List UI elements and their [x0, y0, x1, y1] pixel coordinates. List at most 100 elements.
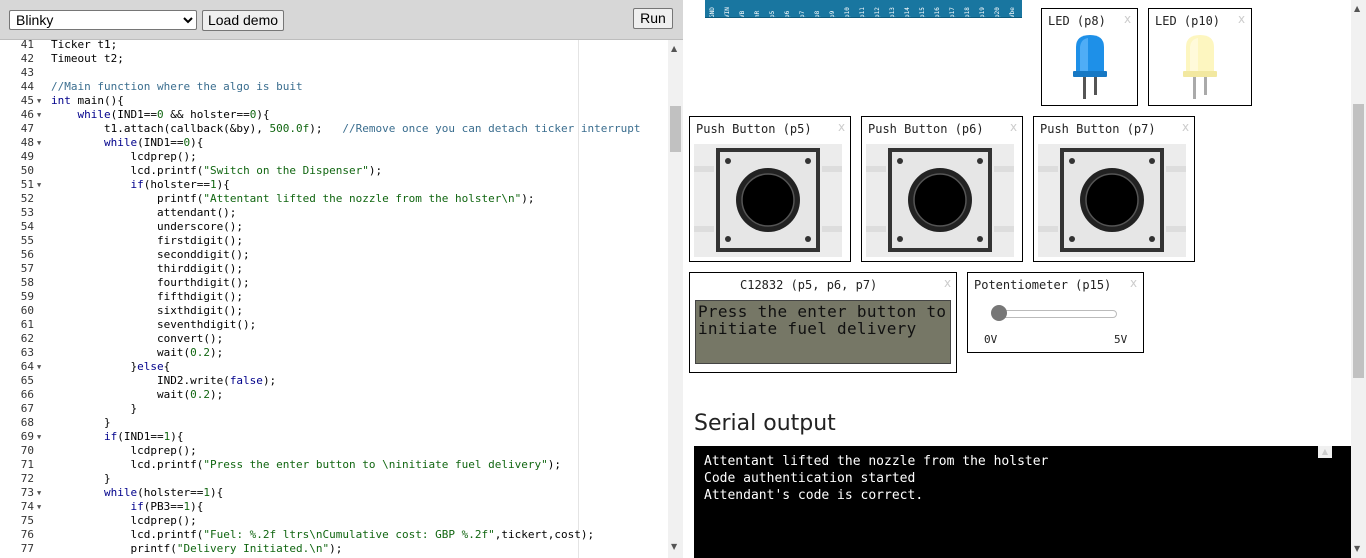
code-line[interactable]: 62 convert(); — [0, 332, 668, 346]
code-text: while(IND1==0){ — [103, 136, 204, 149]
code-text: while(holster==1){ — [103, 486, 224, 499]
close-icon[interactable]: x — [1130, 276, 1137, 290]
code-text: seconddigit(); — [51, 248, 250, 261]
code-line[interactable]: 50 lcd.printf("Switch on the Dispenser")… — [0, 164, 668, 178]
potentiometer-slider-knob[interactable] — [991, 305, 1007, 321]
code-line[interactable]: 63 wait(0.2); — [0, 346, 668, 360]
code-line[interactable]: 77 printf("Delivery Initiated.\n"); — [0, 542, 668, 556]
scroll-down-arrow-icon[interactable]: ▼ — [1354, 544, 1360, 553]
code-line[interactable]: 59 fifthdigit(); — [0, 290, 668, 304]
push-button-p7-component[interactable]: Push Button (p7) x — [1033, 116, 1195, 262]
line-number: 43 — [20, 66, 34, 79]
code-line[interactable]: 48 ▼ while(IND1==0){ — [0, 136, 668, 150]
led-p10-component[interactable]: LED (p10) x — [1148, 8, 1252, 106]
code-line[interactable]: 58 fourthdigit(); — [0, 276, 668, 290]
code-text: thirddigit(); — [51, 262, 244, 275]
code-line[interactable]: 64 ▼ }else{ — [0, 360, 668, 374]
simulator-scroll-thumb[interactable] — [1353, 104, 1364, 378]
line-number: 52 — [20, 192, 34, 205]
code-line[interactable]: 67 } — [0, 402, 668, 416]
code-line[interactable]: 44 //Main function where the algo is buit — [0, 80, 668, 94]
close-icon[interactable]: x — [1124, 12, 1131, 26]
lcd-c12832-component[interactable]: C12832 (p5, p6, p7) x Press the enter bu… — [689, 272, 957, 373]
simulator-scrollbar[interactable]: ▲ ▼ — [1351, 0, 1366, 558]
close-icon[interactable]: x — [838, 120, 845, 134]
potentiometer-p15-component[interactable]: Potentiometer (p15) x 0V 5V — [967, 272, 1144, 353]
fold-toggle-icon[interactable]: ▼ — [37, 108, 41, 122]
demo-select[interactable]: Blinky — [9, 10, 197, 30]
code-line[interactable]: 47 t1.attach(callback(&by), 500.0f); //R… — [0, 122, 668, 136]
code-line[interactable]: 45 ▼ int main(){ — [0, 94, 668, 108]
code-line[interactable]: 65 IND2.write(false); — [0, 374, 668, 388]
code-text: firstdigit(); — [51, 234, 244, 247]
line-number: 72 — [20, 472, 34, 485]
code-line[interactable]: 76 lcd.printf("Fuel: %.2f ltrs\nCumulati… — [0, 528, 668, 542]
code-line[interactable]: 41 Ticker t1; — [0, 40, 668, 52]
fold-toggle-icon[interactable]: ▼ — [37, 178, 41, 192]
code-line[interactable]: 66 wait(0.2); — [0, 388, 668, 402]
code-line[interactable]: 56 seconddigit(); — [0, 248, 668, 262]
push-button-icon[interactable] — [866, 144, 1014, 257]
code-line[interactable]: 73 ▼ while(holster==1){ — [0, 486, 668, 500]
code-line[interactable]: 72 } — [0, 472, 668, 486]
scroll-up-arrow-icon[interactable]: ▲ — [1354, 4, 1360, 13]
close-icon[interactable]: x — [944, 276, 951, 290]
code-line[interactable]: 49 lcdprep(); — [0, 150, 668, 164]
code-text: int main(){ — [51, 94, 124, 107]
line-number: 76 — [20, 528, 34, 541]
potentiometer-min-label: 0V — [984, 333, 998, 346]
editor-scroll-thumb[interactable] — [670, 106, 681, 152]
line-number: 54 — [20, 220, 34, 233]
led-p8-component[interactable]: LED (p8) x — [1041, 8, 1138, 106]
board-pin-label: p20 — [994, 7, 1001, 18]
code-line[interactable]: 52 printf("Attentant lifted the nozzle f… — [0, 192, 668, 206]
code-line[interactable]: 71 lcd.printf("Press the enter button to… — [0, 458, 668, 472]
potentiometer-slider-track[interactable] — [999, 310, 1117, 318]
fold-toggle-icon[interactable]: ▼ — [37, 360, 41, 374]
serial-scroll-up-icon[interactable]: ▲ — [1318, 446, 1332, 458]
serial-output-console[interactable]: Attentant lifted the nozzle from the hol… — [694, 446, 1352, 558]
fold-toggle-icon[interactable]: ▼ — [37, 486, 41, 500]
code-line[interactable]: 68 } — [0, 416, 668, 430]
code-line[interactable]: 42 Timeout t2; — [0, 52, 668, 66]
code-area[interactable]: 41 Ticker t1; 42 Timeout t2; 43 44 //Main func… — [0, 40, 668, 558]
code-line[interactable]: 55 firstdigit(); — [0, 234, 668, 248]
code-line[interactable]: 69 ▼ if(IND1==1){ — [0, 430, 668, 444]
close-icon[interactable]: x — [1238, 12, 1245, 26]
code-line[interactable]: 74 ▼ if(PB3==1){ — [0, 500, 668, 514]
code-line[interactable]: 54 underscore(); — [0, 220, 668, 234]
close-icon[interactable]: x — [1182, 120, 1189, 134]
push-button-icon[interactable] — [1038, 144, 1186, 257]
close-icon[interactable]: x — [1010, 120, 1017, 134]
code-line[interactable]: 46 ▼ while(IND1==0 && holster==0){ — [0, 108, 668, 122]
code-text: printf("Attentant lifted the nozzle from… — [51, 192, 535, 205]
run-button[interactable]: Run — [633, 8, 673, 29]
fold-toggle-icon[interactable]: ▼ — [37, 500, 41, 514]
code-line[interactable]: 75 lcdprep(); — [0, 514, 668, 528]
editor-scrollbar[interactable]: ▲ ▼ — [668, 40, 683, 558]
code-line[interactable]: 53 attendant(); — [0, 206, 668, 220]
board-pin-label: Vbe — [1009, 7, 1016, 18]
load-demo-button[interactable]: Load demo — [202, 10, 284, 31]
code-text: while(IND1==0 && holster==0){ — [77, 108, 270, 121]
push-button-title: Push Button (p7) — [1040, 122, 1156, 136]
line-number: 66 — [20, 388, 34, 401]
code-line[interactable]: 43 — [0, 66, 668, 80]
code-line[interactable]: 70 lcdprep(); — [0, 444, 668, 458]
code-line[interactable]: 61 seventhdigit(); — [0, 318, 668, 332]
fold-toggle-icon[interactable]: ▼ — [37, 430, 41, 444]
scroll-down-arrow-icon[interactable]: ▼ — [671, 542, 677, 551]
board-pin-label: p5 — [769, 10, 776, 18]
code-line[interactable]: 60 sixthdigit(); — [0, 304, 668, 318]
fold-toggle-icon[interactable]: ▼ — [37, 136, 41, 150]
push-button-p5-component[interactable]: Push Button (p5) x — [689, 116, 851, 262]
line-number: 47 — [20, 122, 34, 135]
push-button-p6-component[interactable]: Push Button (p6) x — [861, 116, 1023, 262]
code-line[interactable]: 51 ▼ if(holster==1){ — [0, 178, 668, 192]
serial-output-heading: Serial output — [694, 411, 836, 436]
push-button-icon[interactable] — [694, 144, 842, 257]
fold-toggle-icon[interactable]: ▼ — [37, 94, 41, 108]
line-number: 45 — [20, 94, 34, 107]
code-line[interactable]: 57 thirddigit(); — [0, 262, 668, 276]
scroll-up-arrow-icon[interactable]: ▲ — [671, 44, 677, 53]
